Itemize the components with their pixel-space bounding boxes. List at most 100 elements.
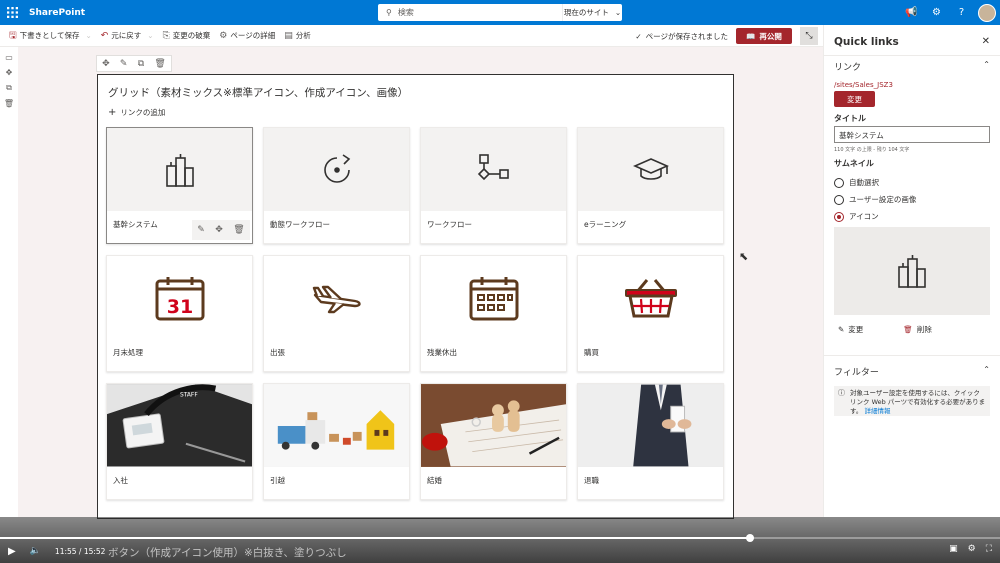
delete-icon[interactable]: 🗑: [233, 225, 244, 235]
link-tile[interactable]: 結婚: [420, 383, 567, 500]
delete-thumbnail-button[interactable]: 🗑 削除: [903, 324, 952, 335]
link-tile[interactable]: 残業休出: [420, 255, 567, 372]
change-thumbnail-button[interactable]: ✎ 変更: [838, 324, 883, 335]
seek-bar[interactable]: [0, 534, 1000, 542]
undo-button[interactable]: ↶ 元に戻す ⌄: [101, 30, 154, 41]
page-details-label: ページの詳細: [230, 31, 276, 40]
republish-button[interactable]: 📖 再公開: [736, 28, 792, 44]
collapse-icon[interactable]: ⤡: [800, 27, 818, 45]
chevron-down-icon[interactable]: ⌄: [85, 31, 91, 40]
move-icon[interactable]: ✥: [102, 59, 110, 69]
delete-icon: 🗑: [903, 325, 913, 334]
duration: 15:52: [83, 546, 106, 556]
link-tile[interactable]: ワークフロー: [420, 127, 567, 244]
link-tile[interactable]: 購買: [577, 255, 724, 372]
help-icon[interactable]: ?: [949, 7, 974, 18]
add-link-button[interactable]: + リンクの追加: [108, 107, 165, 118]
tile-thumbnail: 31: [107, 256, 252, 339]
title-label: タイトル: [834, 114, 866, 123]
radio-icon[interactable]: アイコン: [834, 211, 879, 222]
gear-icon: ⚙: [219, 30, 228, 41]
tile-thumbnail: [421, 256, 566, 339]
save-draft-button[interactable]: 🖫 下書きとして保存 ⌄: [9, 28, 92, 44]
filter-section-header[interactable]: フィルター: [834, 365, 879, 378]
suite-bar: SharePoint ⚲ 検索 現在のサイト ⌄ 📢 ⚙ ?: [0, 0, 1000, 25]
change-link-button[interactable]: 変更: [834, 91, 875, 107]
link-tile[interactable]: 退職: [577, 383, 724, 500]
radio-button[interactable]: [834, 211, 844, 222]
tile-label: 入社: [113, 476, 128, 485]
info-message: ⓘ 対象ユーザー設定を使用するには、クイック リンク Web パーツで有効化する…: [834, 386, 990, 416]
tile-label: ワークフロー: [427, 220, 472, 229]
analytics-icon: ▤: [284, 30, 293, 41]
link-section-header[interactable]: リンク: [834, 60, 861, 73]
captions-icon[interactable]: ▣: [949, 544, 958, 554]
duplicate-section-icon[interactable]: ⧉: [0, 83, 18, 93]
chevron-up-icon[interactable]: ⌃: [983, 60, 990, 69]
tile-label: 引越: [270, 476, 285, 485]
link-tile[interactable]: 引越: [263, 383, 410, 500]
webpart-title[interactable]: グリッド（素材ミックス※標準アイコン、作成アイコン、画像）: [108, 85, 408, 100]
radio-auto-select[interactable]: 自動選択: [834, 177, 879, 188]
shopping-basket-icon: [624, 278, 677, 317]
webpart-toolbar: ✥ ✎ ⧉ 🗑: [96, 55, 172, 72]
megaphone-icon[interactable]: 📢: [899, 7, 924, 18]
video-right-controls: ▣ ⚙ ⛶: [939, 544, 992, 554]
analytics-button[interactable]: ▤ 分析: [284, 30, 311, 41]
edit-icon[interactable]: ✎: [120, 59, 128, 69]
plus-icon: +: [108, 107, 117, 118]
close-icon[interactable]: ✕: [982, 36, 990, 47]
gear-icon[interactable]: ⚙: [924, 7, 949, 18]
command-bar: 🖫 下書きとして保存 ⌄ ↶ 元に戻す ⌄ ⎘ 変更の破棄 ⚙ ページの詳細 ▤…: [0, 25, 823, 47]
tile-label: 月末処理: [113, 348, 143, 357]
quick-links-webpart[interactable]: グリッド（素材ミックス※標準アイコン、作成アイコン、画像） + リンクの追加 基幹…: [97, 74, 734, 519]
delete-icon[interactable]: 🗑: [154, 59, 165, 69]
radio-button[interactable]: [834, 177, 844, 188]
playback-controls: ▶ 🔈 11:55 / 15:52: [0, 543, 1000, 559]
search-input[interactable]: 検索: [398, 7, 414, 18]
discard-button[interactable]: ⎘ 変更の破棄: [163, 30, 211, 41]
chevron-down-icon[interactable]: ⌄: [147, 31, 153, 40]
calendar-day-text: 31: [166, 296, 192, 318]
character-counter: 110 文字 の上限 - 残り 104 文字: [834, 147, 910, 153]
move-icon[interactable]: ✥: [215, 225, 223, 235]
page-details-button[interactable]: ⚙ ページの詳細: [219, 30, 275, 41]
edit-section-icon[interactable]: ▭: [0, 53, 18, 62]
book-icon: 📖: [746, 31, 756, 41]
play-icon[interactable]: ▶: [8, 546, 16, 557]
checkmark-icon: ✓: [635, 31, 642, 41]
discard-icon: ⎘: [162, 30, 170, 41]
learn-more-link[interactable]: 詳細情報: [864, 407, 890, 415]
link-tile[interactable]: 基幹システム ✎ ✥ 🗑: [106, 127, 253, 244]
analytics-label: 分析: [295, 31, 311, 40]
chevron-up-icon[interactable]: ⌃: [983, 365, 990, 374]
avatar[interactable]: [978, 3, 996, 22]
seek-handle[interactable]: [746, 534, 754, 542]
tile-thumbnail: [578, 256, 723, 339]
duplicate-icon[interactable]: ⧉: [138, 59, 144, 69]
search-scope-dropdown[interactable]: 現在のサイト ⌄: [562, 4, 622, 21]
mouse-cursor: ⬉: [739, 250, 749, 263]
link-tile[interactable]: 31 月末処理: [106, 255, 253, 372]
radio-button[interactable]: [834, 194, 844, 205]
edit-icon[interactable]: ✎: [197, 225, 205, 235]
resignation-letter-photo: [578, 384, 723, 467]
tile-label: 残業休出: [427, 348, 457, 357]
delete-section-icon[interactable]: 🗑: [0, 99, 18, 108]
video-player-controls: ボタン（作成アイコン使用）※白抜き、塗りつぶし ▶ 🔈 11:55 / 15:5…: [0, 517, 1000, 563]
save-icon: 🖫: [9, 30, 17, 41]
gear-icon[interactable]: ⚙: [968, 544, 976, 554]
title-input[interactable]: 基幹システム: [834, 126, 990, 143]
waffle-icon[interactable]: [0, 0, 25, 25]
volume-icon[interactable]: 🔈: [30, 546, 41, 556]
search-box[interactable]: ⚲ 検索 現在のサイト ⌄: [378, 4, 622, 21]
link-tile[interactable]: eラーニング: [577, 127, 724, 244]
link-tile[interactable]: 動態ワークフロー: [263, 127, 410, 244]
app-brand[interactable]: SharePoint: [29, 8, 85, 18]
move-section-icon[interactable]: ✥: [0, 68, 18, 77]
fullscreen-icon[interactable]: ⛶: [986, 544, 992, 554]
link-tile[interactable]: 出張: [263, 255, 410, 372]
link-tile[interactable]: STAFF 入社: [106, 383, 253, 500]
radio-custom-image[interactable]: ユーザー設定の画像: [834, 194, 916, 205]
discard-label: 変更の破棄: [172, 31, 211, 40]
